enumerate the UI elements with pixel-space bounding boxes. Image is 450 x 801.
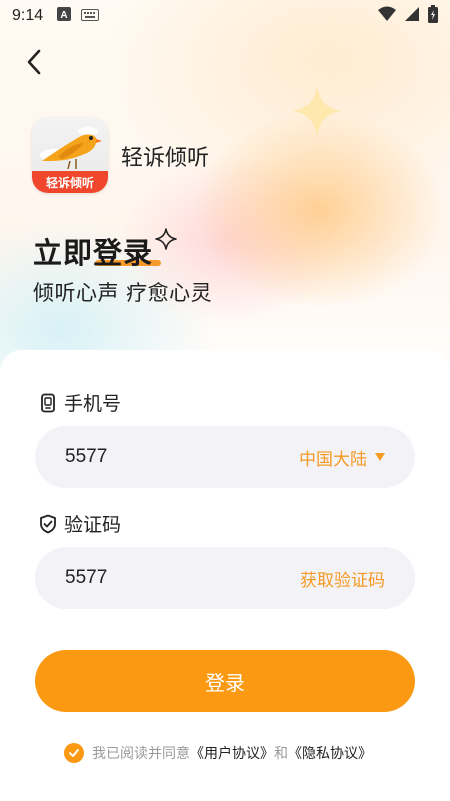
- status-bar: 9:14 A: [0, 0, 450, 32]
- checkmark-icon: [69, 749, 79, 757]
- back-button[interactable]: [18, 46, 50, 78]
- code-label-row: 验证码: [38, 510, 121, 537]
- phone-input-box: 中国大陆: [35, 426, 415, 488]
- hero-title-group: 立即登录: [33, 228, 177, 272]
- bird-icon: [40, 127, 102, 170]
- svg-text:A: A: [61, 10, 68, 21]
- login-button[interactable]: 登录: [35, 650, 415, 712]
- phone-label-row: 手机号: [38, 389, 121, 416]
- shield-check-icon: [38, 514, 58, 534]
- code-input-box: 获取验证码: [35, 547, 415, 609]
- page-subtitle: 倾听心声 疗愈心灵: [33, 281, 213, 305]
- phone-icon: [38, 393, 58, 413]
- a-input-icon: A: [57, 7, 72, 25]
- phone-label: 手机号: [64, 393, 122, 415]
- agreement-checkbox[interactable]: [64, 743, 84, 763]
- code-input[interactable]: [65, 567, 300, 589]
- status-time: 9:14: [12, 7, 44, 24]
- keyboard-icon: [81, 7, 100, 25]
- caret-down-icon: [375, 453, 385, 461]
- app-logo: 轻诉倾听: [32, 117, 108, 193]
- sparkle-decoration-icon: [292, 86, 342, 136]
- region-label: 中国大陆: [299, 449, 367, 470]
- chevron-left-icon: [27, 49, 41, 75]
- get-code-button[interactable]: 获取验证码: [300, 566, 385, 591]
- code-label: 验证码: [64, 514, 122, 536]
- wifi-icon: [378, 6, 396, 26]
- user-agreement-link[interactable]: 《用户协议》: [190, 743, 274, 763]
- privacy-policy-link[interactable]: 《隐私协议》: [288, 743, 372, 763]
- page-title: 立即登录: [33, 236, 154, 270]
- agreement-row: 我已阅读并同意 《用户协议》 和 《隐私协议》: [64, 743, 372, 763]
- sparkle-icon: [155, 228, 177, 250]
- header-gradient-background: [0, 0, 450, 400]
- region-selector[interactable]: 中国大陆: [299, 445, 385, 470]
- signal-icon: [404, 6, 420, 26]
- battery-icon: [428, 5, 438, 27]
- phone-input[interactable]: [65, 446, 299, 468]
- app-name: 轻诉倾听: [121, 146, 210, 171]
- status-right-icons: [378, 5, 438, 27]
- agreement-conjunction: 和: [274, 746, 288, 762]
- logo-banner-text: 轻诉倾听: [32, 171, 108, 193]
- agreement-prefix: 我已阅读并同意: [92, 746, 190, 762]
